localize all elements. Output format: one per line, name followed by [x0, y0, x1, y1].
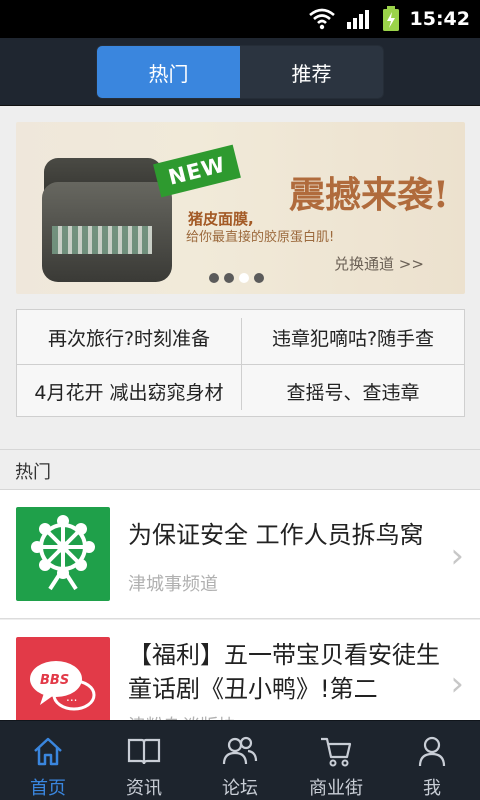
- news-source: 津粉杂谈版块: [128, 712, 236, 720]
- quick-link-lottery[interactable]: 查摇号、查违章: [241, 364, 465, 418]
- quick-link-fitness[interactable]: 4月花开 减出窈窕身材: [17, 364, 241, 418]
- svg-text:...: ...: [66, 690, 77, 704]
- carousel-dot-active[interactable]: [239, 273, 249, 283]
- quick-link-travel[interactable]: 再次旅行?时刻准备: [17, 310, 241, 364]
- bbs-chat-icon: BBS ...: [16, 637, 110, 720]
- person-icon: [412, 731, 452, 770]
- svg-text:BBS: BBS: [40, 673, 69, 688]
- cart-icon: [316, 731, 356, 770]
- tab-label: 我: [423, 778, 441, 799]
- banner-description: 给你最直接的胶原蛋白肌!: [186, 230, 335, 245]
- top-bar: 热门 推荐: [0, 38, 480, 106]
- tab-label: 论坛: [222, 778, 258, 799]
- home-icon: [28, 731, 68, 770]
- quick-links-grid: 再次旅行?时刻准备 违章犯嘀咕?随手查 4月花开 减出窈窕身材 查摇号、查违章: [16, 309, 465, 417]
- signal-icon: [346, 10, 369, 29]
- tab-label: 商业街: [309, 778, 363, 799]
- new-badge: NEW: [153, 144, 241, 198]
- tab-home[interactable]: 首页: [0, 721, 96, 800]
- tab-hot[interactable]: 热门: [97, 46, 240, 98]
- tab-recommended[interactable]: 推荐: [240, 46, 383, 98]
- tab-me[interactable]: 我: [384, 721, 480, 800]
- news-title: 【福利】五一带宝贝看安徒生童话剧《丑小鸭》!第二: [128, 641, 440, 703]
- tab-forum[interactable]: 论坛: [192, 721, 288, 800]
- list-item[interactable]: BBS ... 【福利】五一带宝贝看安徒生童话剧《丑小鸭》!第二 津粉杂谈版块 …: [0, 620, 480, 720]
- tab-label: 资讯: [126, 778, 162, 799]
- tab-news[interactable]: 资讯: [96, 721, 192, 800]
- book-icon: [124, 731, 164, 770]
- ferris-wheel-icon: [16, 507, 110, 601]
- status-bar: 15:42: [0, 0, 480, 38]
- chevron-right-icon: ›: [450, 664, 464, 704]
- main-content: NEW 震撼来袭! 猪皮面膜, 给你最直接的胶原蛋白肌! 兑换通道 >> 再次旅…: [0, 106, 480, 720]
- quick-link-violation[interactable]: 违章犯嘀咕?随手查: [241, 310, 465, 364]
- chevron-right-icon: ›: [450, 536, 464, 576]
- carousel-indicator: [209, 273, 264, 283]
- section-title: 热门: [15, 462, 51, 483]
- users-icon: [220, 731, 260, 770]
- redeem-link[interactable]: 兑换通道 >>: [334, 253, 424, 274]
- product-jar-image: [42, 182, 172, 282]
- carousel-dot[interactable]: [224, 273, 234, 283]
- section-header: 热门: [0, 449, 480, 490]
- promo-banner[interactable]: NEW 震撼来袭! 猪皮面膜, 给你最直接的胶原蛋白肌! 兑换通道 >>: [16, 122, 465, 294]
- list-item[interactable]: 为保证安全 工作人员拆鸟窝 津城事频道 ›: [0, 490, 480, 619]
- wifi-icon: [308, 8, 335, 30]
- carousel-dot[interactable]: [254, 273, 264, 283]
- carousel-dot[interactable]: [209, 273, 219, 283]
- tab-shopping[interactable]: 商业街: [288, 721, 384, 800]
- bottom-tab-bar: 首页 资讯 论坛 商业街 我: [0, 720, 480, 800]
- news-title: 为保证安全 工作人员拆鸟窝: [128, 521, 424, 549]
- news-source: 津城事频道: [128, 574, 218, 595]
- segmented-control: 热门 推荐: [96, 45, 384, 99]
- banner-headline: 震撼来袭!: [289, 174, 449, 216]
- status-time: 15:42: [409, 8, 470, 30]
- tab-label: 首页: [30, 778, 66, 799]
- battery-charging-icon: [382, 6, 399, 31]
